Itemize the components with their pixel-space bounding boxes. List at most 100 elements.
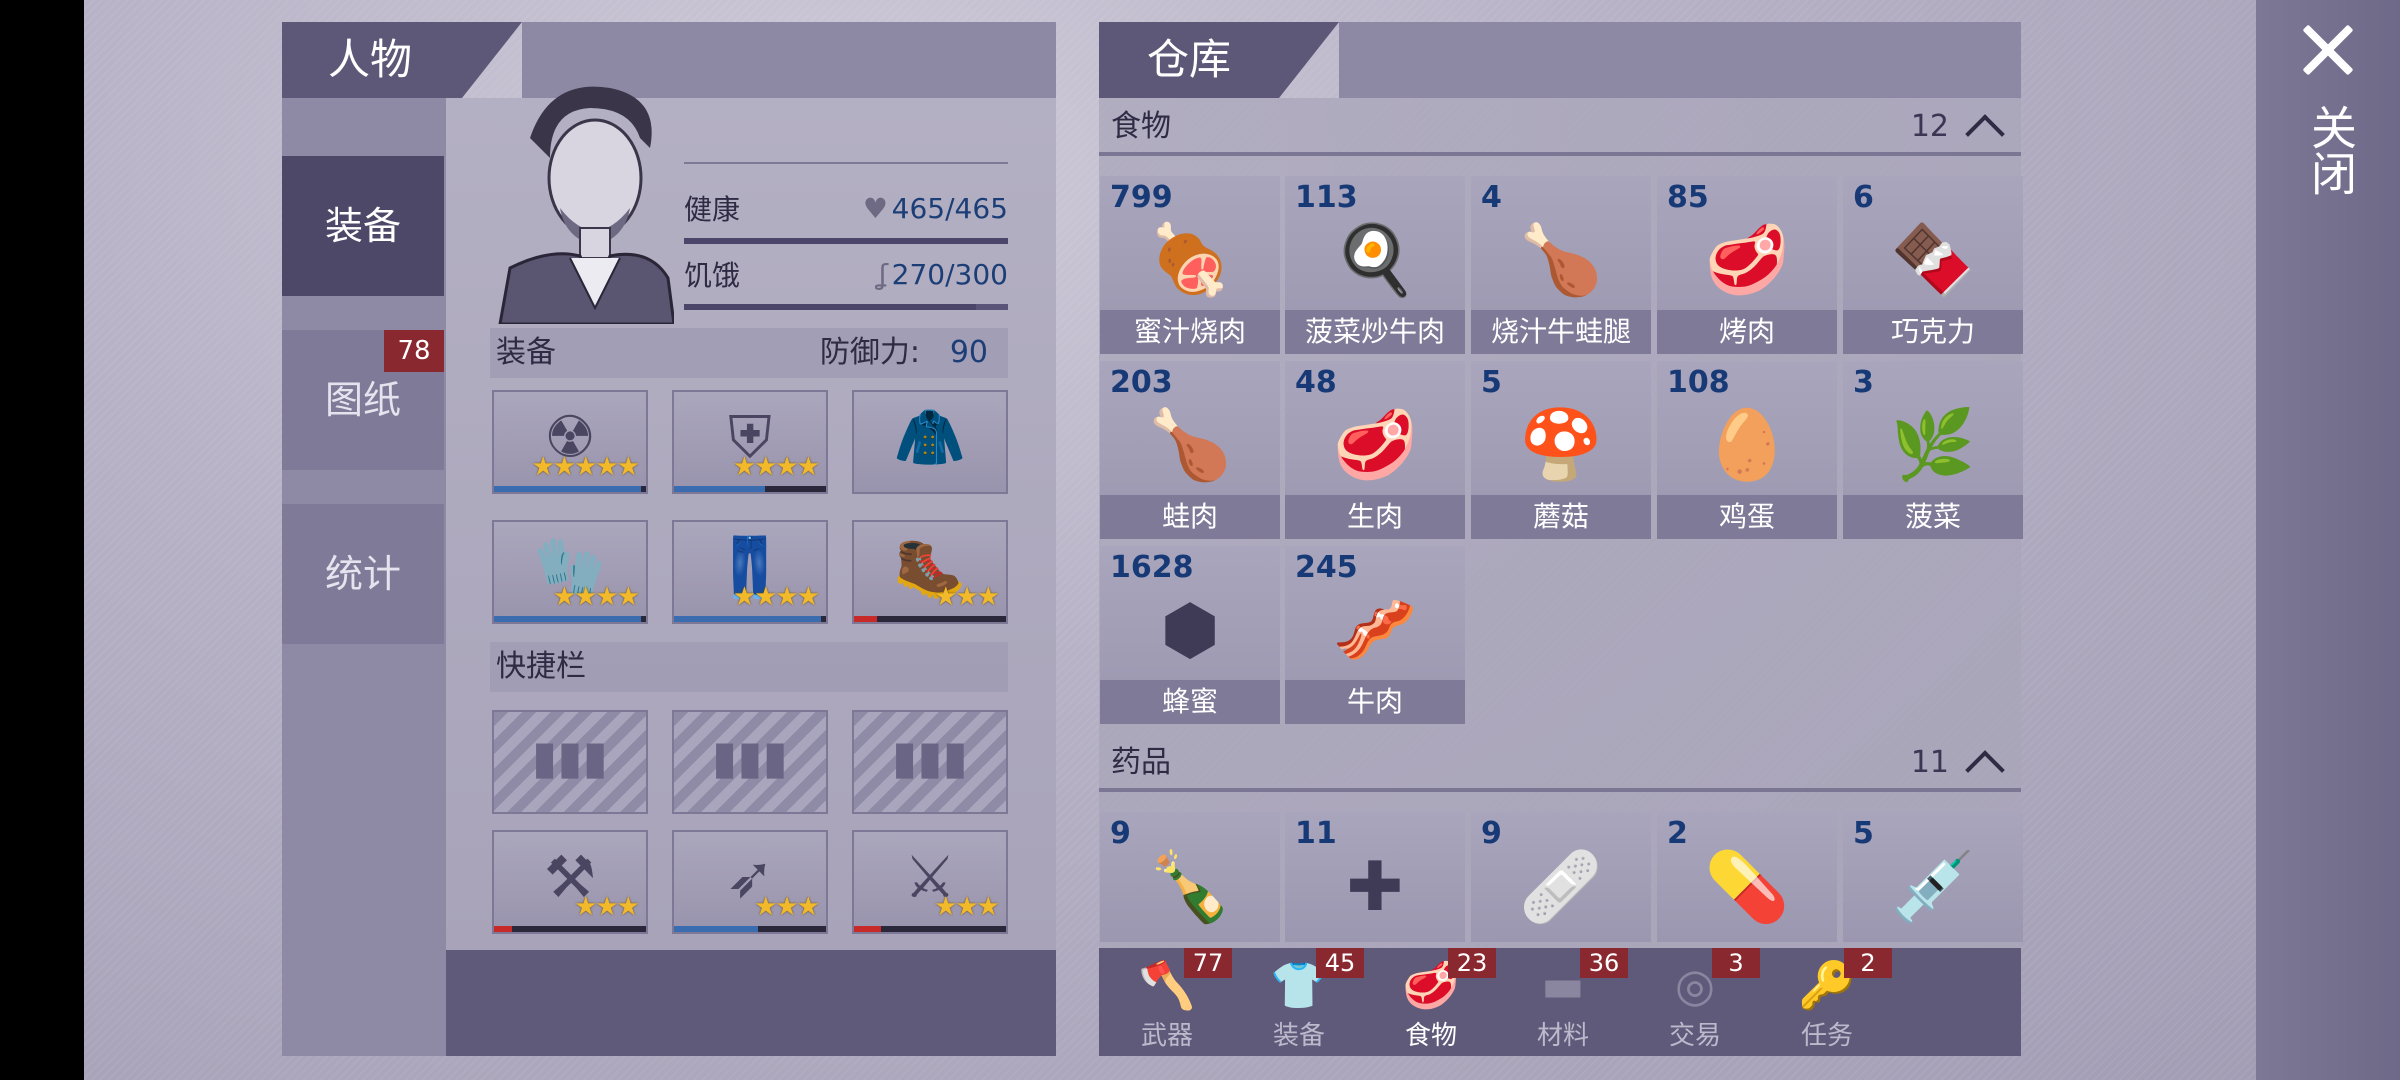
inventory-item[interactable]: 🌿 3 菠菜: [1843, 361, 2023, 539]
category-tab-shirt[interactable]: 👕 装备 45: [1234, 948, 1364, 1056]
star-rating: ★★★★: [552, 582, 640, 612]
category-tab-coin[interactable]: ◎ 交易 3: [1630, 948, 1760, 1056]
inventory-item[interactable]: 💉 5: [1843, 812, 2023, 942]
quickbar-slot-locked[interactable]: ▮▮▮: [672, 710, 828, 814]
item-quantity: 4: [1481, 180, 1502, 215]
inventory-item[interactable]: 🍗 4 烧汁牛蛙腿: [1471, 176, 1651, 354]
inventory-item[interactable]: 🍳 113 菠菜炒牛肉: [1285, 176, 1465, 354]
warehouse-header-bar: [1339, 22, 2021, 98]
bandage-icon: 🩹: [1518, 848, 1604, 927]
bullets-icon: ▮▮▮: [892, 730, 968, 784]
equipment-slot[interactable]: ⚔ ★★★: [852, 830, 1008, 934]
inventory-item[interactable]: 🥩 85 烤肉: [1657, 176, 1837, 354]
stomach-icon: ʆ: [878, 258, 888, 291]
bottle-icon: 🍾: [1147, 848, 1233, 927]
character-panel-footer: [446, 950, 1056, 1056]
quickbar-slot-locked[interactable]: ▮▮▮: [492, 710, 648, 814]
item-name: 烧汁牛蛙腿: [1471, 310, 1651, 354]
nav-blueprints[interactable]: 图纸 78: [282, 330, 444, 470]
hunger-value: 270/300: [891, 258, 1008, 291]
inventory-item[interactable]: 🍾 9: [1100, 812, 1280, 942]
chevron-up-icon[interactable]: [1963, 108, 2007, 138]
food-category-label: 食物: [1111, 109, 1171, 144]
durability-bar: [674, 616, 826, 622]
category-tab-steak-tab[interactable]: 🥩 食物 23: [1366, 948, 1496, 1056]
inventory-item[interactable]: 💊 2: [1657, 812, 1837, 942]
item-quantity: 799: [1110, 180, 1173, 215]
quickbar-slot-locked[interactable]: ▮▮▮: [852, 710, 1008, 814]
nav-statistics[interactable]: 统计: [282, 504, 444, 644]
category-tab-badge: 23: [1448, 948, 1496, 978]
star-rating: ★★★: [934, 582, 1000, 612]
roast-meat-icon: 🍖: [1147, 221, 1233, 300]
close-icon[interactable]: [2300, 22, 2356, 78]
food-category-header[interactable]: 食物 12: [1099, 98, 2021, 156]
star-rating: ★★★: [754, 892, 820, 922]
category-tab-label: 任务: [1800, 1021, 1853, 1051]
category-tab-plank[interactable]: ▬ 材料 36: [1498, 948, 1628, 1056]
eggs-icon: 🥚: [1704, 406, 1790, 485]
character-title: 人物: [328, 35, 413, 84]
durability-bar: [854, 926, 1006, 932]
category-tab-badge: 45: [1316, 948, 1364, 978]
character-portrait: [498, 86, 674, 324]
health-value: 465/465: [891, 192, 1008, 225]
durability-bar: [674, 926, 826, 932]
equipment-slot[interactable]: ⚒ ★★★: [492, 830, 648, 934]
item-quantity: 9: [1481, 816, 1502, 851]
category-tab-axe[interactable]: 🪓 武器 77: [1102, 948, 1232, 1056]
medicine-category-label: 药品: [1111, 745, 1171, 780]
bullets-icon: ▮▮▮: [712, 730, 788, 784]
star-rating: ★★★: [574, 892, 640, 922]
item-name: 牛肉: [1285, 680, 1465, 724]
steak-icon: 🥩: [1704, 221, 1790, 300]
category-tab-label: 交易: [1668, 1021, 1721, 1051]
equipment-slot[interactable]: 🧤 ★★★★: [492, 520, 648, 624]
inventory-item[interactable]: 🍫 6 巧克力: [1843, 176, 2023, 354]
star-rating: ★★★★★: [531, 452, 640, 482]
chevron-up-icon[interactable]: [1963, 744, 2007, 774]
close-button-label[interactable]: 关闭: [2296, 104, 2360, 196]
character-panel-header: 人物: [282, 22, 522, 98]
item-quantity: 113: [1295, 180, 1358, 215]
inventory-item[interactable]: ✚ 11: [1285, 812, 1465, 942]
item-quantity: 3: [1853, 365, 1874, 400]
defense-value: 90: [949, 335, 988, 370]
inventory-item[interactable]: 🍗 203 蛙肉: [1100, 361, 1280, 539]
equipment-slot[interactable]: 🧥: [852, 390, 1008, 494]
pan-dish-icon: 🍳: [1332, 221, 1418, 300]
equipment-slot[interactable]: 👖 ★★★★: [672, 520, 828, 624]
item-name: 菠菜: [1843, 495, 2023, 539]
equipment-slot[interactable]: ⛨ ★★★★: [672, 390, 828, 494]
pill-jar-icon: 💊: [1704, 848, 1790, 927]
defense-label: 防御力:: [819, 335, 920, 370]
inventory-item[interactable]: 🍄 5 蘑菇: [1471, 361, 1651, 539]
inventory-item[interactable]: ⬢ 1628 蜂蜜: [1100, 546, 1280, 724]
stat-divider: [684, 162, 1008, 164]
item-quantity: 11: [1295, 816, 1337, 851]
equipment-slot[interactable]: ☢ ★★★★★: [492, 390, 648, 494]
durability-bar: [674, 486, 826, 492]
nav-statistics-label: 统计: [324, 552, 401, 596]
inventory-item[interactable]: 🥩 48 生肉: [1285, 361, 1465, 539]
equipment-slot[interactable]: 🥾 ★★★: [852, 520, 1008, 624]
medicine-category-header[interactable]: 药品 11: [1099, 734, 2021, 792]
durability-bar: [494, 926, 646, 932]
item-quantity: 108: [1667, 365, 1730, 400]
inventory-item[interactable]: 🥚 108 鸡蛋: [1657, 361, 1837, 539]
inventory-item[interactable]: 🍖 799 蜜汁烧肉: [1100, 176, 1280, 354]
equipment-section-bar: 装备 防御力: 90: [490, 328, 1008, 378]
category-tab-key[interactable]: 🔑 任务 2: [1762, 948, 1892, 1056]
item-name: 鸡蛋: [1657, 495, 1837, 539]
equipment-section-title: 装备: [496, 335, 556, 370]
star-rating: ★★★★: [732, 582, 820, 612]
durability-bar: [494, 616, 646, 622]
item-quantity: 2: [1667, 816, 1688, 851]
item-name: 巧克力: [1843, 310, 2023, 354]
nav-equipment[interactable]: 装备: [282, 156, 444, 296]
item-quantity: 9: [1110, 816, 1131, 851]
item-quantity: 1628: [1110, 550, 1194, 585]
equipment-slot[interactable]: ➶ ★★★: [672, 830, 828, 934]
inventory-item[interactable]: 🩹 9: [1471, 812, 1651, 942]
inventory-item[interactable]: 🥓 245 牛肉: [1285, 546, 1465, 724]
